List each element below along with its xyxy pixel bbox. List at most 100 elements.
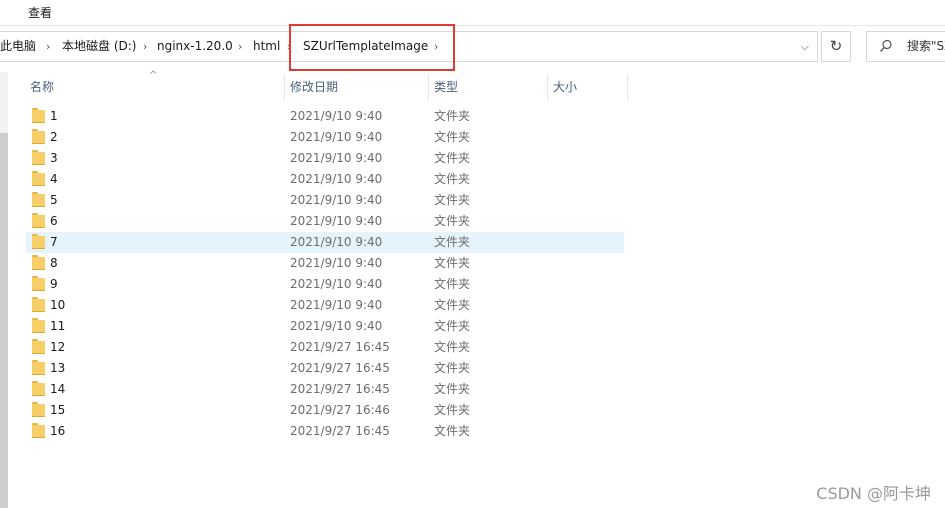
file-name: 15 — [50, 403, 66, 417]
scrollbar-thumb[interactable] — [0, 133, 8, 508]
file-type: 文件夹 — [434, 298, 471, 312]
file-date: 2021/9/10 9:40 — [290, 214, 383, 228]
column-type[interactable]: 类型 — [430, 74, 458, 100]
folder-icon — [32, 213, 45, 228]
file-row[interactable]: 9 2021/9/10 9:40 文件夹 — [26, 274, 624, 295]
column-header: ^ 名称 修改日期 类型 大小 — [26, 70, 628, 100]
folder-icon — [32, 108, 45, 123]
search-placeholder: 搜索"SZ — [907, 39, 945, 53]
column-divider[interactable] — [284, 74, 285, 100]
folder-icon — [32, 234, 45, 249]
folder-icon — [32, 255, 45, 270]
column-divider[interactable] — [547, 74, 548, 100]
folder-icon — [32, 171, 45, 186]
file-date: 2021/9/10 9:40 — [290, 109, 383, 123]
file-type: 文件夹 — [434, 256, 471, 270]
file-name: 8 — [50, 256, 58, 270]
folder-icon — [32, 129, 45, 144]
file-date: 2021/9/10 9:40 — [290, 172, 383, 186]
file-name: 12 — [50, 340, 66, 354]
folder-icon — [32, 150, 45, 165]
column-name[interactable]: 名称 — [26, 74, 54, 100]
file-type: 文件夹 — [434, 109, 471, 123]
file-name: 6 — [50, 214, 58, 228]
file-name: 7 — [50, 235, 58, 249]
watermark: CSDN @阿卡坤 — [816, 484, 931, 503]
breadcrumb-this-pc[interactable]: 此电脑 — [0, 32, 36, 61]
file-row[interactable]: 2 2021/9/10 9:40 文件夹 — [26, 127, 624, 148]
refresh-button[interactable]: ↻ — [821, 31, 851, 62]
file-type: 文件夹 — [434, 214, 471, 228]
chevron-down-icon[interactable]: ⌵ — [801, 32, 809, 61]
file-name: 16 — [50, 424, 66, 438]
file-row[interactable]: 10 2021/9/10 9:40 文件夹 — [26, 295, 624, 316]
file-date: 2021/9/27 16:46 — [290, 403, 390, 417]
file-row[interactable]: 16 2021/9/27 16:45 文件夹 — [26, 421, 624, 442]
chevron-right-icon[interactable]: › — [143, 32, 147, 61]
file-date: 2021/9/27 16:45 — [290, 382, 390, 396]
chevron-right-icon[interactable]: › — [46, 32, 50, 61]
file-date: 2021/9/10 9:40 — [290, 235, 383, 249]
file-type: 文件夹 — [434, 424, 471, 438]
column-divider[interactable] — [627, 74, 628, 100]
file-row[interactable]: 7 2021/9/10 9:40 文件夹 — [26, 232, 624, 253]
file-name: 11 — [50, 319, 66, 333]
file-type: 文件夹 — [434, 151, 471, 165]
file-type: 文件夹 — [434, 382, 471, 396]
column-date[interactable]: 修改日期 — [286, 74, 338, 100]
file-row[interactable]: 4 2021/9/10 9:40 文件夹 — [26, 169, 624, 190]
file-row[interactable]: 1 2021/9/10 9:40 文件夹 — [26, 106, 624, 127]
file-type: 文件夹 — [434, 319, 471, 333]
file-row[interactable]: 3 2021/9/10 9:40 文件夹 — [26, 148, 624, 169]
folder-icon — [32, 402, 45, 417]
file-type: 文件夹 — [434, 172, 471, 186]
folder-icon — [32, 276, 45, 291]
file-name: 3 — [50, 151, 58, 165]
search-icon — [880, 39, 892, 52]
search-box[interactable]: 搜索"SZ — [866, 31, 945, 62]
chevron-right-icon[interactable]: › — [238, 32, 242, 61]
file-name: 14 — [50, 382, 66, 396]
folder-icon — [32, 360, 45, 375]
file-name: 2 — [50, 130, 58, 144]
file-date: 2021/9/10 9:40 — [290, 130, 383, 144]
file-row[interactable]: 14 2021/9/27 16:45 文件夹 — [26, 379, 624, 400]
file-type: 文件夹 — [434, 130, 471, 144]
breadcrumb-drive-d[interactable]: 本地磁盘 (D:) — [62, 32, 136, 61]
file-row[interactable]: 13 2021/9/27 16:45 文件夹 — [26, 358, 624, 379]
file-date: 2021/9/10 9:40 — [290, 193, 383, 207]
file-date: 2021/9/27 16:45 — [290, 424, 390, 438]
file-type: 文件夹 — [434, 403, 471, 417]
file-row[interactable]: 15 2021/9/27 16:46 文件夹 — [26, 400, 624, 421]
menu-view[interactable]: 查看 — [28, 4, 52, 21]
file-row[interactable]: 11 2021/9/10 9:40 文件夹 — [26, 316, 624, 337]
file-date: 2021/9/10 9:40 — [290, 277, 383, 291]
file-date: 2021/9/27 16:45 — [290, 361, 390, 375]
file-row[interactable]: 6 2021/9/10 9:40 文件夹 — [26, 211, 624, 232]
file-row[interactable]: 5 2021/9/10 9:40 文件夹 — [26, 190, 624, 211]
file-date: 2021/9/10 9:40 — [290, 151, 383, 165]
file-date: 2021/9/27 16:45 — [290, 340, 390, 354]
file-name: 10 — [50, 298, 66, 312]
breadcrumb-html[interactable]: html — [253, 32, 280, 61]
refresh-icon: ↻ — [829, 37, 843, 55]
file-name: 5 — [50, 193, 58, 207]
breadcrumb-nginx[interactable]: nginx-1.20.0 — [157, 32, 233, 61]
file-type: 文件夹 — [434, 235, 471, 249]
menubar: 查看 — [0, 0, 945, 26]
file-date: 2021/9/10 9:40 — [290, 256, 383, 270]
folder-icon — [32, 381, 45, 396]
file-row[interactable]: 8 2021/9/10 9:40 文件夹 — [26, 253, 624, 274]
sort-up-icon: ^ — [149, 70, 158, 81]
file-row[interactable]: 12 2021/9/27 16:45 文件夹 — [26, 337, 624, 358]
column-divider[interactable] — [428, 74, 429, 100]
column-size[interactable]: 大小 — [549, 74, 577, 100]
file-type: 文件夹 — [434, 340, 471, 354]
folder-icon — [32, 297, 45, 312]
file-type: 文件夹 — [434, 277, 471, 291]
file-type: 文件夹 — [434, 193, 471, 207]
annotation-highlight-box — [289, 24, 455, 71]
file-name: 9 — [50, 277, 58, 291]
file-name: 13 — [50, 361, 66, 375]
folder-icon — [32, 423, 45, 438]
